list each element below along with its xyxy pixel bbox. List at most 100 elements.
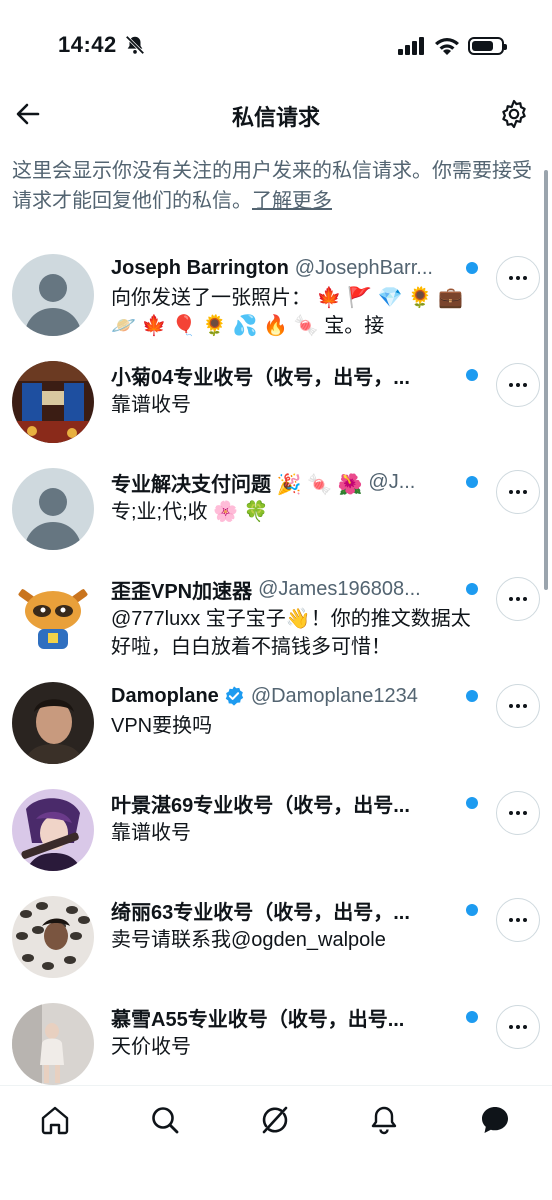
- learn-more-link[interactable]: 了解更多: [252, 190, 332, 212]
- avatar[interactable]: [12, 361, 94, 443]
- unread-indicator: [466, 904, 478, 916]
- verified-badge-icon: [225, 686, 243, 706]
- sender-name: 慕雪A55专业收号（收号，出号...: [111, 1008, 405, 1031]
- more-options-button[interactable]: [496, 256, 540, 300]
- avatar[interactable]: [12, 468, 94, 550]
- more-options-button[interactable]: [496, 470, 540, 514]
- message-icon: [482, 1107, 508, 1133]
- more-options-button[interactable]: [496, 791, 540, 835]
- grok-icon: [262, 1106, 288, 1134]
- more-dot: [516, 490, 520, 494]
- request-item[interactable]: Joseph Barrington @JosephBarr... 向你发送了一张照片…: [0, 250, 552, 356]
- sender-handle: @Damoplane1234: [250, 684, 418, 707]
- request-body: 歪歪VPN加速器 @James196808... @777luxx 宝子宝子👋！你的…: [111, 575, 472, 661]
- sender-name: 叶景湛69专业收号（收号，出号...: [111, 794, 410, 817]
- message-preview: VPN要换吗: [111, 715, 213, 737]
- message-preview: 向你发送了一张照片： 🍁 🚩 💎 🌻 💼 🪐 🍁 🎈 🌻 💦 🔥 🍬 宝。接: [111, 287, 464, 337]
- more-dot: [523, 383, 527, 387]
- header: 私信请求: [0, 90, 552, 142]
- more-dot: [516, 276, 520, 280]
- settings-button[interactable]: [498, 98, 530, 130]
- sender-name: 专业解决支付问题 🎉 🍬 🌺: [111, 473, 363, 496]
- sender-handle: @James196808...: [258, 577, 421, 600]
- request-body: 慕雪A55专业收号（收号，出号... 天价收号: [111, 1003, 472, 1061]
- unread-indicator: [466, 369, 478, 381]
- message-preview: 天价收号: [111, 1036, 191, 1058]
- request-item[interactable]: 绮丽63专业收号（收号，出号，... 卖号请联系我@ogden_walpole: [0, 892, 552, 998]
- request-body: Joseph Barrington @JosephBarr... 向你发送了一张照片…: [111, 254, 472, 340]
- more-dot: [516, 811, 520, 815]
- avatar[interactable]: [12, 682, 94, 764]
- request-body: 绮丽63专业收号（收号，出号，... 卖号请联系我@ogden_walpole: [111, 896, 472, 954]
- unread-indicator: [466, 1011, 478, 1023]
- page-title: 私信请求: [231, 105, 320, 130]
- more-dot: [516, 918, 520, 922]
- nav-grok[interactable]: [255, 1100, 295, 1140]
- more-dot: [516, 597, 520, 601]
- more-horizontal-icon: [509, 811, 513, 815]
- avatar[interactable]: [12, 575, 94, 657]
- more-options-button[interactable]: [496, 684, 540, 728]
- request-body: 小菊04专业收号（收号，出号，... 靠谱收号: [111, 361, 472, 419]
- avatar[interactable]: [12, 896, 94, 978]
- battery-level: [472, 41, 493, 51]
- unread-indicator: [466, 262, 478, 274]
- avatar[interactable]: [12, 1003, 94, 1085]
- more-dot: [523, 490, 527, 494]
- gear-icon: [502, 99, 526, 129]
- page: 14:42 私信请求 这里会显示你没有关注的用户发来的私信请求。你需要接受请求才…: [0, 0, 552, 1200]
- battery-icon: [468, 37, 507, 55]
- request-item[interactable]: 小菊04专业收号（收号，出号，... 靠谱收号: [0, 357, 552, 463]
- request-item[interactable]: 专业解决支付问题 🎉 🍬 🌺 @J... 专;业;代;收 🌸 🍀: [0, 464, 552, 570]
- request-item[interactable]: Damoplane @Damoplane1234 VPN要换吗: [0, 678, 552, 784]
- request-body: Damoplane @Damoplane1234 VPN要换吗: [111, 682, 472, 740]
- nav-notifications[interactable]: [364, 1100, 404, 1140]
- nav-messages[interactable]: [475, 1100, 515, 1140]
- request-header: 歪歪VPN加速器 @James196808...: [111, 575, 472, 603]
- sender-name: 歪歪VPN加速器: [111, 580, 253, 603]
- more-dot: [523, 704, 527, 708]
- more-horizontal-icon: [509, 383, 513, 387]
- bell-icon: [371, 1106, 397, 1135]
- more-dot: [523, 276, 527, 280]
- message-preview: 卖号请联系我@ogden_walpole: [111, 929, 386, 951]
- request-header: Joseph Barrington @JosephBarr...: [111, 254, 472, 282]
- message-preview: @777luxx 宝子宝子👋！你的推文数据太好啦，白白放着不搞钱多可惜！: [111, 608, 471, 658]
- bell-muted-icon: [125, 35, 145, 55]
- avatar[interactable]: [12, 789, 94, 871]
- more-dot: [516, 383, 520, 387]
- unread-indicator: [466, 476, 478, 488]
- request-header: Damoplane @Damoplane1234: [111, 682, 472, 710]
- request-item[interactable]: 歪歪VPN加速器 @James196808... @777luxx 宝子宝子👋！你的…: [0, 571, 552, 677]
- nav-search[interactable]: [145, 1100, 185, 1140]
- more-options-button[interactable]: [496, 363, 540, 407]
- more-horizontal-icon: [509, 490, 513, 494]
- search-icon: [152, 1107, 179, 1134]
- request-item[interactable]: 叶景湛69专业收号（收号，出号... 靠谱收号: [0, 785, 552, 891]
- nav-home[interactable]: [35, 1100, 75, 1140]
- info-text: 这里会显示你没有关注的用户发来的私信请求。你需要接受请求才能回复他们的私信。了解…: [12, 156, 538, 216]
- request-header: 慕雪A55专业收号（收号，出号...: [111, 1003, 472, 1031]
- avatar[interactable]: [12, 254, 94, 336]
- more-dot: [523, 918, 527, 922]
- signal-icon: [398, 37, 424, 55]
- unread-indicator: [466, 690, 478, 702]
- unread-indicator: [466, 797, 478, 809]
- bottom-nav: [0, 1085, 552, 1200]
- status-time: 14:42: [58, 32, 117, 57]
- sender-name: 绮丽63专业收号（收号，出号，...: [111, 901, 410, 924]
- status-bar: 14:42: [0, 0, 552, 90]
- request-header: 专业解决支付问题 🎉 🍬 🌺 @J...: [111, 468, 472, 496]
- sender-handle: @JosephBarr...: [294, 256, 433, 279]
- request-body: 专业解决支付问题 🎉 🍬 🌺 @J... 专;业;代;收 🌸 🍀: [111, 468, 472, 526]
- more-horizontal-icon: [509, 918, 513, 922]
- home-icon: [41, 1106, 69, 1135]
- status-indicators: [398, 36, 507, 56]
- more-horizontal-icon: [509, 1025, 513, 1029]
- more-horizontal-icon: [509, 597, 513, 601]
- request-item[interactable]: 慕雪A55专业收号（收号，出号... 天价收号: [0, 999, 552, 1085]
- more-options-button[interactable]: [496, 577, 540, 621]
- more-options-button[interactable]: [496, 898, 540, 942]
- more-options-button[interactable]: [496, 1005, 540, 1049]
- wifi-icon: [435, 38, 459, 55]
